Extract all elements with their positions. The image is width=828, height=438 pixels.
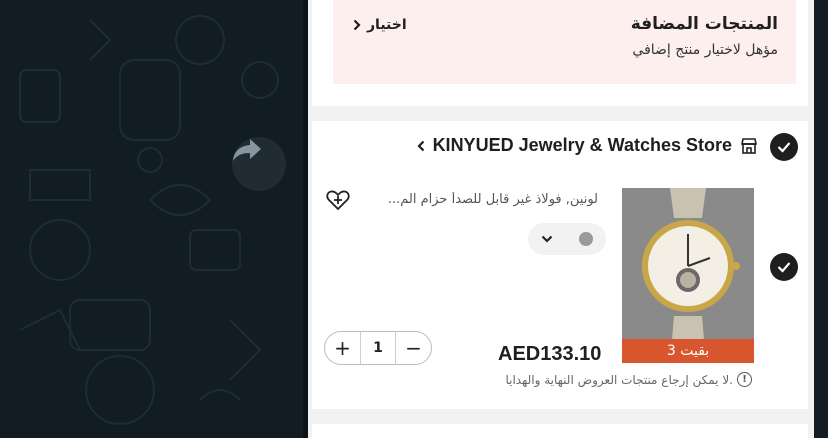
- store-icon: [741, 137, 757, 154]
- info-icon: !: [737, 372, 752, 387]
- product-select-checkbox[interactable]: [770, 253, 798, 281]
- decrease-quantity-button[interactable]: −: [396, 332, 431, 364]
- product-image[interactable]: بقيت 3: [622, 188, 754, 363]
- promo-title: المنتجات المضافة: [630, 14, 778, 34]
- chevron-right-icon: [353, 19, 361, 31]
- forward-button[interactable]: [232, 137, 286, 191]
- wishlist-button[interactable]: [326, 189, 350, 215]
- forward-share-icon: [233, 139, 261, 161]
- variant-selector[interactable]: [528, 223, 606, 255]
- choose-button[interactable]: اختيار: [353, 17, 407, 33]
- added-products-banner: المنتجات المضافة مؤهل لاختيار منتج إضافي…: [333, 0, 796, 84]
- increase-quantity-button[interactable]: +: [325, 332, 360, 364]
- window-edge: [814, 0, 828, 438]
- choose-label: اختيار: [367, 17, 407, 33]
- next-card: [312, 424, 808, 438]
- store-name: KINYUED Jewelry & Watches Store: [432, 135, 732, 155]
- promo-subtitle: مؤهل لاختيار منتج إضافي: [632, 42, 778, 58]
- return-notice-text: .لا يمكن إرجاع منتجات العروض النهاية وال…: [505, 372, 733, 387]
- quantity-value[interactable]: 1: [360, 332, 396, 364]
- doodle-pattern: [19, 15, 279, 425]
- checkmark-icon: [777, 142, 791, 153]
- chevron-left-icon: [417, 140, 424, 151]
- heart-add-icon: [326, 190, 350, 211]
- chevron-down-icon: [541, 235, 553, 243]
- return-notice: ! .لا يمكن إرجاع منتجات العروض النهاية و…: [505, 372, 752, 387]
- store-select-checkbox[interactable]: [770, 133, 798, 161]
- product-title[interactable]: لونين, فولاذ غير قابل للصدأ حزام الم...: [368, 192, 598, 207]
- checkmark-icon: [777, 262, 791, 273]
- store-header[interactable]: KINYUED Jewelry & Watches Store: [417, 135, 758, 156]
- stock-remaining-badge: بقيت 3: [622, 339, 754, 363]
- chat-background: [0, 0, 303, 438]
- store-card: KINYUED Jewelry & Watches Store بقيت 3 ل…: [312, 121, 808, 409]
- variant-color-swatch: [579, 232, 593, 246]
- cart-panel: المنتجات المضافة مؤهل لاختيار منتج إضافي…: [308, 0, 814, 438]
- promo-card: المنتجات المضافة مؤهل لاختيار منتج إضافي…: [312, 0, 808, 106]
- product-price: AED133.10: [498, 343, 602, 365]
- watch-image: [622, 188, 754, 363]
- quantity-stepper: + 1 −: [324, 331, 432, 365]
